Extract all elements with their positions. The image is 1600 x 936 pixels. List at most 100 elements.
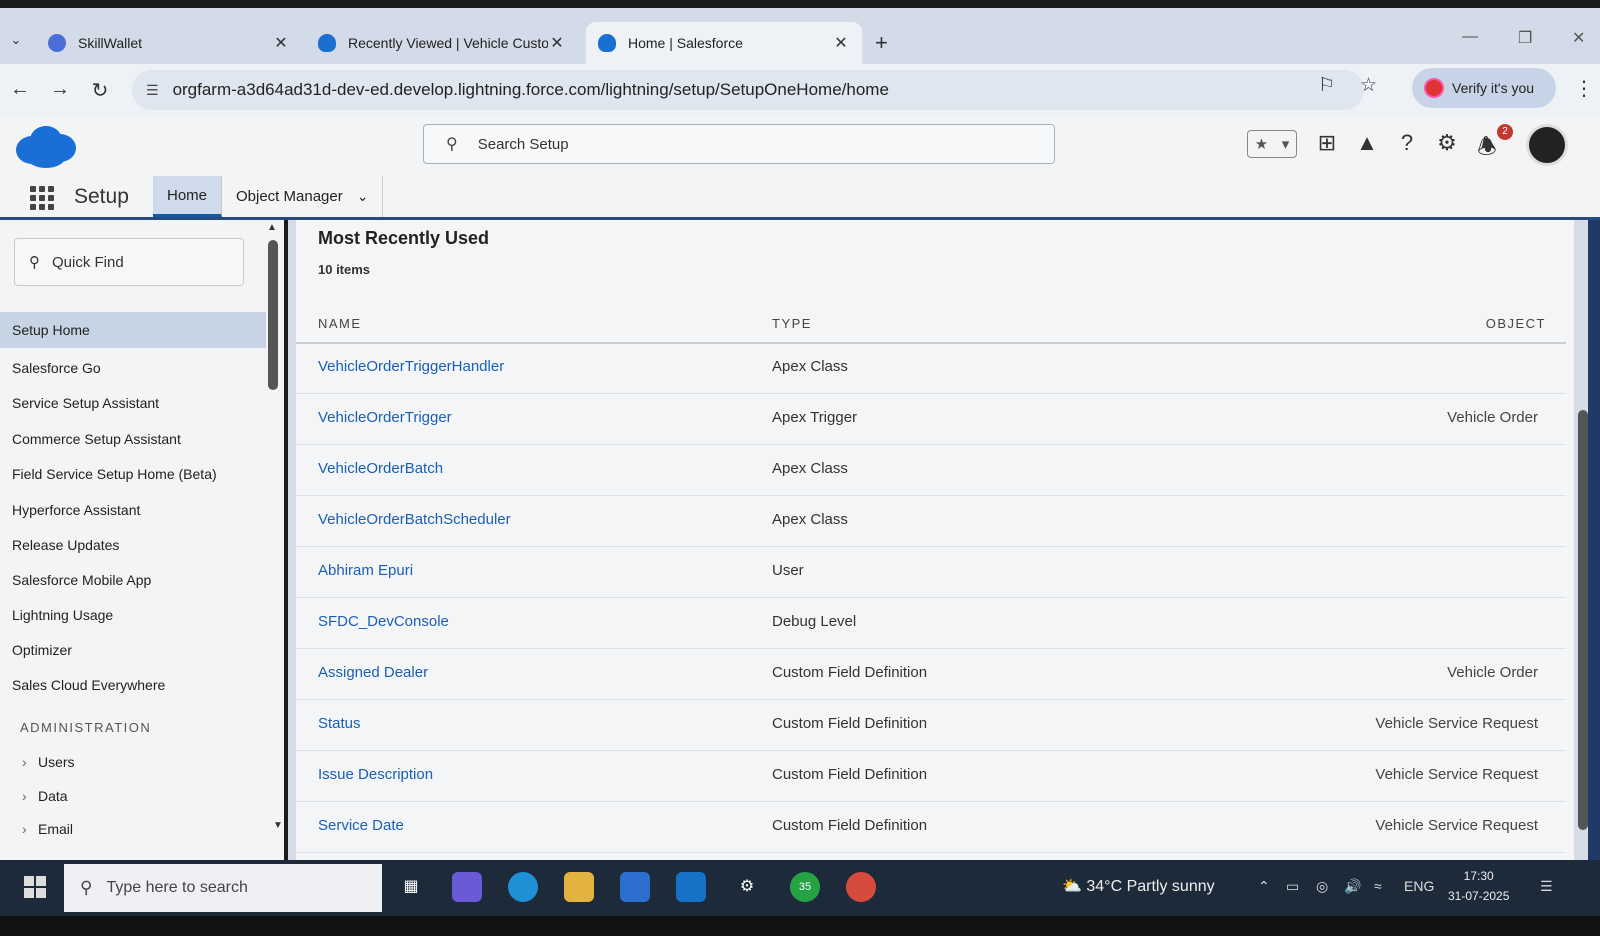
microsoft-store-icon[interactable] <box>620 872 650 902</box>
search-setup-input[interactable]: ⚲ Search Setup <box>423 124 1055 164</box>
close-icon[interactable]: ✕ <box>272 33 290 53</box>
verify-profile-button[interactable]: Verify it's you <box>1412 68 1556 108</box>
settings-gear-icon[interactable]: ⚙ <box>732 872 762 902</box>
gear-icon[interactable]: ⚙ <box>1432 130 1462 156</box>
address-bar[interactable]: ☰ orgfarm-a3d64ad31d-dev-ed.develop.ligh… <box>132 70 1364 110</box>
record-name-link[interactable]: SFDC_DevConsole <box>318 613 449 630</box>
sidebar-item-label: Users <box>38 754 75 770</box>
record-name-link[interactable]: Abhiram Epuri <box>318 562 413 579</box>
app-title: Setup <box>74 185 129 208</box>
sidebar-item-users[interactable]: › Users <box>22 754 75 770</box>
clock[interactable]: 17:30 31-07-2025 <box>1448 866 1509 906</box>
record-name-link[interactable]: VehicleOrderBatchScheduler <box>318 511 511 528</box>
tab-skillwallet[interactable]: SkillWallet ✕ <box>36 22 302 64</box>
chevron-down-icon[interactable]: ⌄ <box>357 188 369 205</box>
user-avatar[interactable] <box>1526 124 1568 166</box>
record-type: Custom Field Definition <box>772 766 928 783</box>
record-name-link[interactable]: Issue Description <box>318 766 433 783</box>
sidebar-item-salesforce-mobile-app[interactable]: Salesforce Mobile App <box>12 572 151 588</box>
sidebar-item-service-setup-assistant[interactable]: Service Setup Assistant <box>12 395 159 411</box>
chrome-icon[interactable] <box>846 872 876 902</box>
window-right-edge <box>1588 220 1600 860</box>
bookmark-star-icon[interactable]: ☆ <box>1360 74 1377 97</box>
sidebar-item-commerce-setup-assistant[interactable]: Commerce Setup Assistant <box>12 431 181 447</box>
windows-start-icon[interactable] <box>24 876 46 898</box>
whatsapp-icon[interactable]: 35 <box>790 872 820 902</box>
main-scrollbar[interactable] <box>1578 410 1588 830</box>
chevron-right-icon[interactable]: › <box>22 788 38 804</box>
chevron-right-icon[interactable]: › <box>22 821 38 837</box>
translate-icon[interactable]: ⚐ <box>1318 74 1335 97</box>
clock-date: 31-07-2025 <box>1448 889 1510 903</box>
restore-icon[interactable]: ❐ <box>1518 28 1532 48</box>
app-launcher-icon[interactable] <box>30 186 54 210</box>
tab-home[interactable]: Home <box>153 176 223 217</box>
task-view-icon[interactable]: ▦ <box>396 872 426 902</box>
record-name-link[interactable]: VehicleOrderTrigger <box>318 409 452 426</box>
weather-icon: ⛅ <box>1062 878 1082 895</box>
sidebar-item-email[interactable]: › Email <box>22 821 73 837</box>
sidebar-item-data[interactable]: › Data <box>22 788 68 804</box>
item-count: 10 items <box>318 262 371 277</box>
site-settings-icon[interactable]: ☰ <box>146 82 159 99</box>
weather-widget[interactable]: ⛅ 34°C Partly sunny <box>1062 876 1215 896</box>
outlook-icon[interactable] <box>676 872 706 902</box>
edge-browser-icon[interactable] <box>508 872 538 902</box>
sidebar-item-salesforce-go[interactable]: Salesforce Go <box>12 360 101 376</box>
record-name-link[interactable]: Service Date <box>318 817 404 834</box>
trailhead-icon[interactable]: ▲ <box>1352 130 1382 156</box>
sidebar-item-release-updates[interactable]: Release Updates <box>12 537 119 553</box>
sidebar-item-setup-home[interactable]: Setup Home <box>0 312 266 348</box>
close-icon[interactable]: ✕ <box>548 33 566 53</box>
quick-find-placeholder: Quick Find <box>52 253 124 271</box>
sidebar-section-administration: ADMINISTRATION <box>20 720 152 735</box>
sidebar-item-optimizer[interactable]: Optimizer <box>12 642 72 658</box>
record-type: Apex Class <box>772 511 848 528</box>
help-icon[interactable]: ? <box>1392 130 1422 156</box>
back-arrow-icon[interactable]: ← <box>8 78 32 101</box>
chevron-right-icon[interactable]: › <box>22 754 38 770</box>
meet-now-icon[interactable]: ◎ <box>1316 878 1328 895</box>
tab-recently-viewed[interactable]: Recently Viewed | Vehicle Custo ✕ <box>306 22 578 64</box>
taskbar-search-placeholder: Type here to search <box>106 879 248 896</box>
volume-icon[interactable]: 🔊 <box>1344 878 1361 895</box>
copilot-icon[interactable] <box>452 872 482 902</box>
notification-center-icon[interactable]: ☰ <box>1540 878 1553 895</box>
sidebar-item-hyperforce-assistant[interactable]: Hyperforce Assistant <box>12 502 140 518</box>
sidebar-item-field-service-setup-home[interactable]: Field Service Setup Home (Beta) <box>12 466 217 482</box>
sidebar-scrollbar[interactable] <box>268 240 278 390</box>
sidebar-item-sales-cloud-everywhere[interactable]: Sales Cloud Everywhere <box>12 677 165 693</box>
wifi-icon[interactable]: ≈ <box>1374 878 1382 894</box>
record-type: Custom Field Definition <box>772 715 928 732</box>
new-tab-button[interactable]: + <box>875 30 888 56</box>
battery-icon[interactable]: ▭ <box>1286 878 1299 895</box>
record-name-link[interactable]: VehicleOrderBatch <box>318 460 443 477</box>
file-explorer-icon[interactable] <box>564 872 594 902</box>
tab-object-manager[interactable]: Object Manager ⌄ <box>222 176 384 217</box>
favorites-button[interactable]: ★ ▾ <box>1247 130 1297 158</box>
scroll-up-arrow-icon[interactable]: ▲ <box>267 222 277 233</box>
column-header-object[interactable]: OBJECT <box>1486 316 1546 331</box>
reload-icon[interactable]: ↻ <box>88 78 112 103</box>
language-indicator[interactable]: ENG <box>1404 878 1434 894</box>
tab-search-dropdown-icon[interactable]: ⌄ <box>4 28 28 52</box>
sidebar-item-lightning-usage[interactable]: Lightning Usage <box>12 607 113 623</box>
chevron-up-icon[interactable]: ⌃ <box>1258 878 1270 895</box>
record-name-link[interactable]: VehicleOrderTriggerHandler <box>318 358 504 375</box>
close-icon[interactable]: ✕ <box>832 33 850 53</box>
record-name-link[interactable]: Assigned Dealer <box>318 664 428 681</box>
global-create-icon[interactable]: ⊞ <box>1312 130 1342 156</box>
tab-home-salesforce[interactable]: Home | Salesforce ✕ <box>586 22 862 64</box>
minimize-icon[interactable]: — <box>1462 28 1478 46</box>
browser-menu-icon[interactable]: ⋮ <box>1574 76 1594 101</box>
column-header-name[interactable]: NAME <box>318 316 362 331</box>
column-header-type[interactable]: TYPE <box>772 316 812 331</box>
record-name-link[interactable]: Status <box>318 715 361 732</box>
salesforce-logo-icon[interactable] <box>14 124 78 170</box>
window-close-icon[interactable]: ✕ <box>1572 28 1585 48</box>
taskbar-search-input[interactable]: ⚲ Type here to search <box>64 864 382 912</box>
quick-find-input[interactable]: ⚲ Quick Find <box>14 238 244 286</box>
chevron-down-icon[interactable]: ▾ <box>1282 135 1290 153</box>
scroll-down-arrow-icon[interactable]: ▼ <box>273 820 283 831</box>
forward-arrow-icon[interactable]: → <box>48 78 72 101</box>
